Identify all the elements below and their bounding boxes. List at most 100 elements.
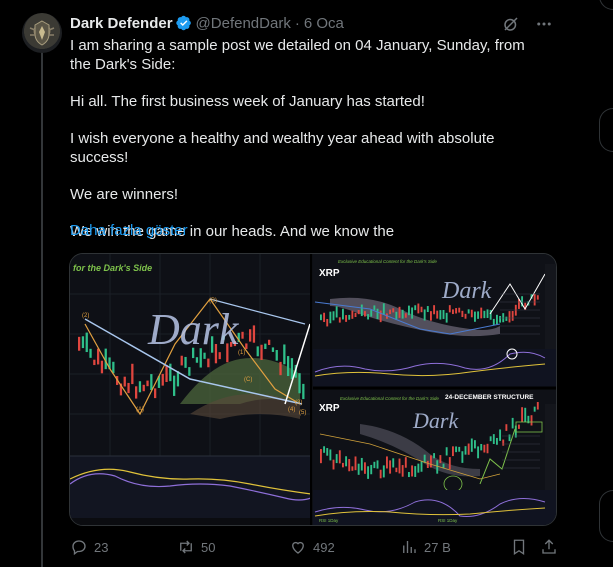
top-right-chart-image[interactable]: Exclusive Educational Content for the Da… [313,254,556,387]
candle [411,465,414,477]
candle [348,459,351,472]
left-panel-watermark: Dark [147,305,240,354]
timestamp[interactable]: 6 Oca [304,15,344,32]
candle [474,311,476,322]
candle [354,312,357,318]
candle [502,313,505,323]
candle [370,310,373,317]
grok-icon[interactable] [501,14,520,33]
repost-button[interactable]: 50 [177,537,215,557]
candle [268,339,271,345]
more-options-icon[interactable] [534,14,553,33]
candle [417,303,420,314]
candle [499,316,502,323]
candle [423,309,426,321]
candle [100,360,104,374]
wave-label-5: (5) [299,410,306,416]
candle [492,434,495,445]
candle [354,456,357,471]
candle [430,455,432,468]
bookmark-button[interactable] [510,537,534,557]
candle [533,293,536,306]
candle [536,402,539,410]
candle [264,343,267,350]
candle [207,358,210,368]
candle [511,311,514,321]
candle [370,464,373,475]
candle [342,462,344,468]
reply-button[interactable]: 23 [70,537,108,557]
candle [480,307,483,319]
tweet-line-1: I am sharing a sample post we detailed o… [70,37,525,73]
candle [395,467,398,473]
candle [477,311,480,319]
wave-label-4: (4) [288,407,295,413]
candle [97,348,100,365]
candle [112,361,115,374]
candle [404,457,407,468]
candle [499,429,502,441]
candle [392,308,395,313]
author-handle[interactable]: @DefendDark [196,15,291,32]
candle [302,383,305,400]
repost-count: 50 [201,539,216,555]
candle [376,460,379,469]
verified-badge-icon[interactable] [175,15,192,31]
candle [81,336,85,349]
candle [533,406,536,412]
candle [249,329,252,342]
tweet-media-grid[interactable]: for the Dark's Side (A) (B) (C) (2) (1) … [69,253,557,526]
candle [332,311,335,321]
candle [408,305,410,316]
candle [348,314,351,320]
candle [433,453,436,459]
candle [338,450,341,464]
candle [154,388,157,399]
candle [188,367,191,376]
tweet-line-4: We are winners! [70,186,179,203]
candle [252,325,256,343]
candle [401,465,404,477]
candle [470,438,473,452]
candle [323,446,326,453]
bottom-right-logo: XRP [319,403,340,414]
candle [442,309,445,319]
rsi-label-right: RSI 1Day [438,518,458,523]
candle [169,363,172,382]
candle [146,380,149,387]
candle [461,310,464,317]
views-button[interactable]: 27 B [400,537,451,557]
show-more-link[interactable]: Daha fazla göster [70,222,188,239]
candle [505,316,508,321]
candle [320,314,322,321]
candle [467,309,470,314]
candle [430,311,432,321]
candle [329,311,332,324]
candle [464,313,467,319]
candle [414,305,417,311]
like-button[interactable]: 492 [289,537,335,557]
avatar[interactable] [22,13,62,53]
candle [389,309,392,315]
candle [420,461,423,472]
candle [470,309,473,318]
left-chart-image[interactable]: for the Dark's Side (A) (B) (C) (2) (1) … [70,254,312,525]
candle [184,356,187,368]
candle [93,359,96,366]
candle [127,382,130,394]
candle [518,424,520,429]
candle [436,310,439,319]
candle [275,350,278,361]
author-name[interactable]: Dark Defender [70,15,173,32]
sidebar-edge [599,0,613,567]
candle [326,318,329,327]
share-button[interactable] [540,537,564,557]
candle [426,460,429,468]
candle [373,305,376,310]
bottom-right-chart-image[interactable]: Exclusive Educational Content for the Da… [313,390,556,525]
candle [245,343,248,349]
candle [486,443,489,454]
candle [85,332,88,353]
bottom-right-watermark: Dark [412,408,459,433]
candle [364,462,366,474]
